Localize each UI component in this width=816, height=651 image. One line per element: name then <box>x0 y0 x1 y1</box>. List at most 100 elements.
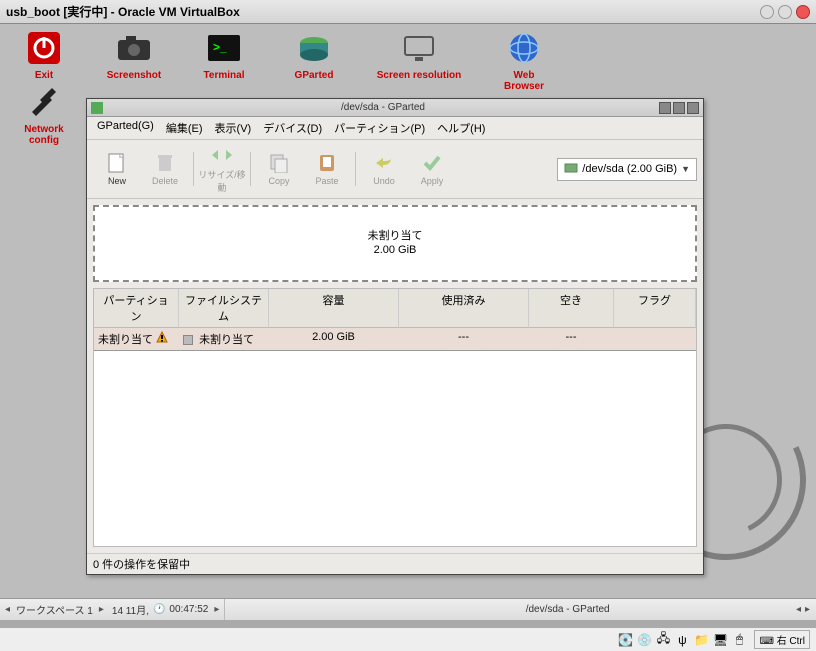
vbox-shared-folder-icon[interactable]: 📁 <box>693 632 709 648</box>
menu-device[interactable]: デバイス(D) <box>259 119 326 137</box>
toolbar-separator <box>193 152 194 186</box>
gparted-toolbar: New Delete リサイズ/移動 Copy Paste <box>87 140 703 199</box>
vbox-minimize-button[interactable] <box>760 5 774 19</box>
col-size[interactable]: 容量 <box>269 289 399 328</box>
col-used[interactable]: 使用済み <box>399 289 529 328</box>
desktop-icon-gparted[interactable]: GParted <box>284 28 344 92</box>
keyboard-icon: ⌨ <box>759 636 773 647</box>
toolbar-separator <box>355 152 356 186</box>
gparted-statusbar: 0 件の操作を保留中 <box>87 553 703 574</box>
desktop-icon-browser[interactable]: Web Browser <box>494 28 554 92</box>
menu-edit[interactable]: 編集(E) <box>162 119 207 137</box>
virtualbox-title: usb_boot [実行中] - Oracle VM VirtualBox <box>6 3 756 20</box>
tray-next[interactable]: ▸ <box>803 604 812 615</box>
paste-icon <box>313 152 341 174</box>
gparted-title: /dev/sda - GParted <box>107 102 659 113</box>
harddisk-icon <box>564 161 578 178</box>
cell-partition: 未割り当て <box>98 334 153 346</box>
tools-icon <box>20 82 68 122</box>
apply-icon <box>418 152 446 174</box>
window-menu-icon[interactable] <box>91 102 103 114</box>
toolbar-paste: Paste <box>303 152 351 186</box>
undo-icon <box>370 152 398 174</box>
desktop-icon-terminal[interactable]: >_ Terminal <box>194 28 254 92</box>
desktop-icon-screenshot[interactable]: Screenshot <box>104 28 164 92</box>
gparted-close-button[interactable] <box>687 102 699 114</box>
virtualbox-titlebar: usb_boot [実行中] - Oracle VM VirtualBox <box>0 0 816 24</box>
vbox-mouse-icon[interactable]: 🖱 <box>731 632 747 648</box>
warning-icon <box>156 331 168 343</box>
col-flag[interactable]: フラグ <box>614 289 696 328</box>
gparted-minimize-button[interactable] <box>659 102 671 114</box>
vbox-hostkey[interactable]: ⌨ 右 Ctrl <box>754 630 810 649</box>
menu-view[interactable]: 表示(V) <box>211 119 256 137</box>
time-next[interactable]: ▸ <box>212 604 221 615</box>
desktop-icon-label: Web Browser <box>504 70 544 92</box>
desktop-icon-network-config[interactable]: Network config <box>14 82 74 146</box>
desktop-icon-label: Network config <box>24 124 63 146</box>
tray-prev[interactable]: ◂ <box>794 604 803 615</box>
toolbar-delete: Delete <box>141 152 189 186</box>
menu-help[interactable]: ヘルプ(H) <box>433 119 489 137</box>
col-filesystem[interactable]: ファイルシステム <box>179 289 269 328</box>
vbox-optical-icon[interactable]: 💿 <box>636 632 652 648</box>
toolbar-label: Paste <box>315 176 338 186</box>
disk-graphic-label1: 未割り当て <box>103 229 687 243</box>
device-selector[interactable]: /dev/sda (2.00 GiB) ▼ <box>557 158 697 181</box>
vbox-usb-icon[interactable]: ψ <box>674 632 690 648</box>
table-row[interactable]: 未割り当て 未割り当て 2.00 GiB --- --- <box>94 328 696 351</box>
guest-taskbar: ◂ ワークスペース 1 ▸ 14 11月, 🕐 00:47:52 ▸ /dev/… <box>0 598 816 620</box>
toolbar-label: Undo <box>373 176 395 186</box>
vbox-network-icon[interactable]: 🖧 <box>655 632 671 648</box>
toolbar-label: Copy <box>268 176 289 186</box>
desktop-icon-label: Screenshot <box>107 70 161 81</box>
monitor-icon <box>395 28 443 68</box>
vbox-display-icon[interactable]: 🖥 <box>712 632 728 648</box>
workspace-prev[interactable]: ◂ <box>3 604 12 615</box>
clock-icon: 🕐 <box>153 604 165 615</box>
gparted-maximize-button[interactable] <box>673 102 685 114</box>
disk-icon <box>290 28 338 68</box>
toolbar-label: New <box>108 176 126 186</box>
resize-icon <box>208 144 236 166</box>
vbox-harddisk-icon[interactable]: 💽 <box>617 632 633 648</box>
toolbar-label: リサイズ/移動 <box>198 170 245 193</box>
disk-graphic[interactable]: 未割り当て 2.00 GiB <box>93 205 697 282</box>
cell-flag <box>614 328 696 350</box>
file-new-icon <box>103 152 131 174</box>
guest-desktop: Exit Screenshot >_ Terminal GParted Scre… <box>0 24 816 620</box>
gparted-menubar: GParted(G) 編集(E) 表示(V) デバイス(D) パーティション(P… <box>87 117 703 140</box>
vbox-maximize-button[interactable] <box>778 5 792 19</box>
menu-gparted[interactable]: GParted(G) <box>93 119 158 137</box>
disk-graphic-label2: 2.00 GiB <box>103 243 687 257</box>
taskbar-time[interactable]: 00:47:52 <box>169 604 208 615</box>
col-partition[interactable]: パーティション <box>94 289 179 328</box>
desktop-icon-label: Terminal <box>204 70 245 81</box>
gparted-window: /dev/sda - GParted GParted(G) 編集(E) 表示(V… <box>86 98 704 575</box>
power-icon <box>20 28 68 68</box>
taskbar-app[interactable]: /dev/sda - GParted <box>345 604 790 615</box>
trash-icon <box>151 152 179 174</box>
desktop-icon-resolution[interactable]: Screen resolution <box>374 28 464 92</box>
gparted-titlebar[interactable]: /dev/sda - GParted <box>87 99 703 117</box>
svg-text:>_: >_ <box>213 40 227 54</box>
toolbar-new[interactable]: New <box>93 152 141 186</box>
toolbar-resize: リサイズ/移動 <box>198 144 246 194</box>
workspace-label[interactable]: ワークスペース 1 <box>16 602 93 617</box>
desktop-icon-label: Exit <box>35 70 53 81</box>
col-free[interactable]: 空き <box>529 289 614 328</box>
globe-icon <box>500 28 548 68</box>
camera-icon <box>110 28 158 68</box>
cell-size: 2.00 GiB <box>269 328 399 350</box>
cell-fs: 未割り当て <box>199 334 254 346</box>
taskbar-date[interactable]: 14 11月, <box>112 602 149 617</box>
toolbar-separator <box>250 152 251 186</box>
toolbar-copy: Copy <box>255 152 303 186</box>
hostkey-label: 右 Ctrl <box>777 636 805 647</box>
cell-free: --- <box>529 328 614 350</box>
menu-partition[interactable]: パーティション(P) <box>330 119 429 137</box>
vbox-close-button[interactable] <box>796 5 810 19</box>
virtualbox-statusbar: 💽 💿 🖧 ψ 📁 🖥 🖱 ⌨ 右 Ctrl <box>0 627 816 651</box>
copy-icon <box>265 152 293 174</box>
workspace-next[interactable]: ▸ <box>97 604 106 615</box>
